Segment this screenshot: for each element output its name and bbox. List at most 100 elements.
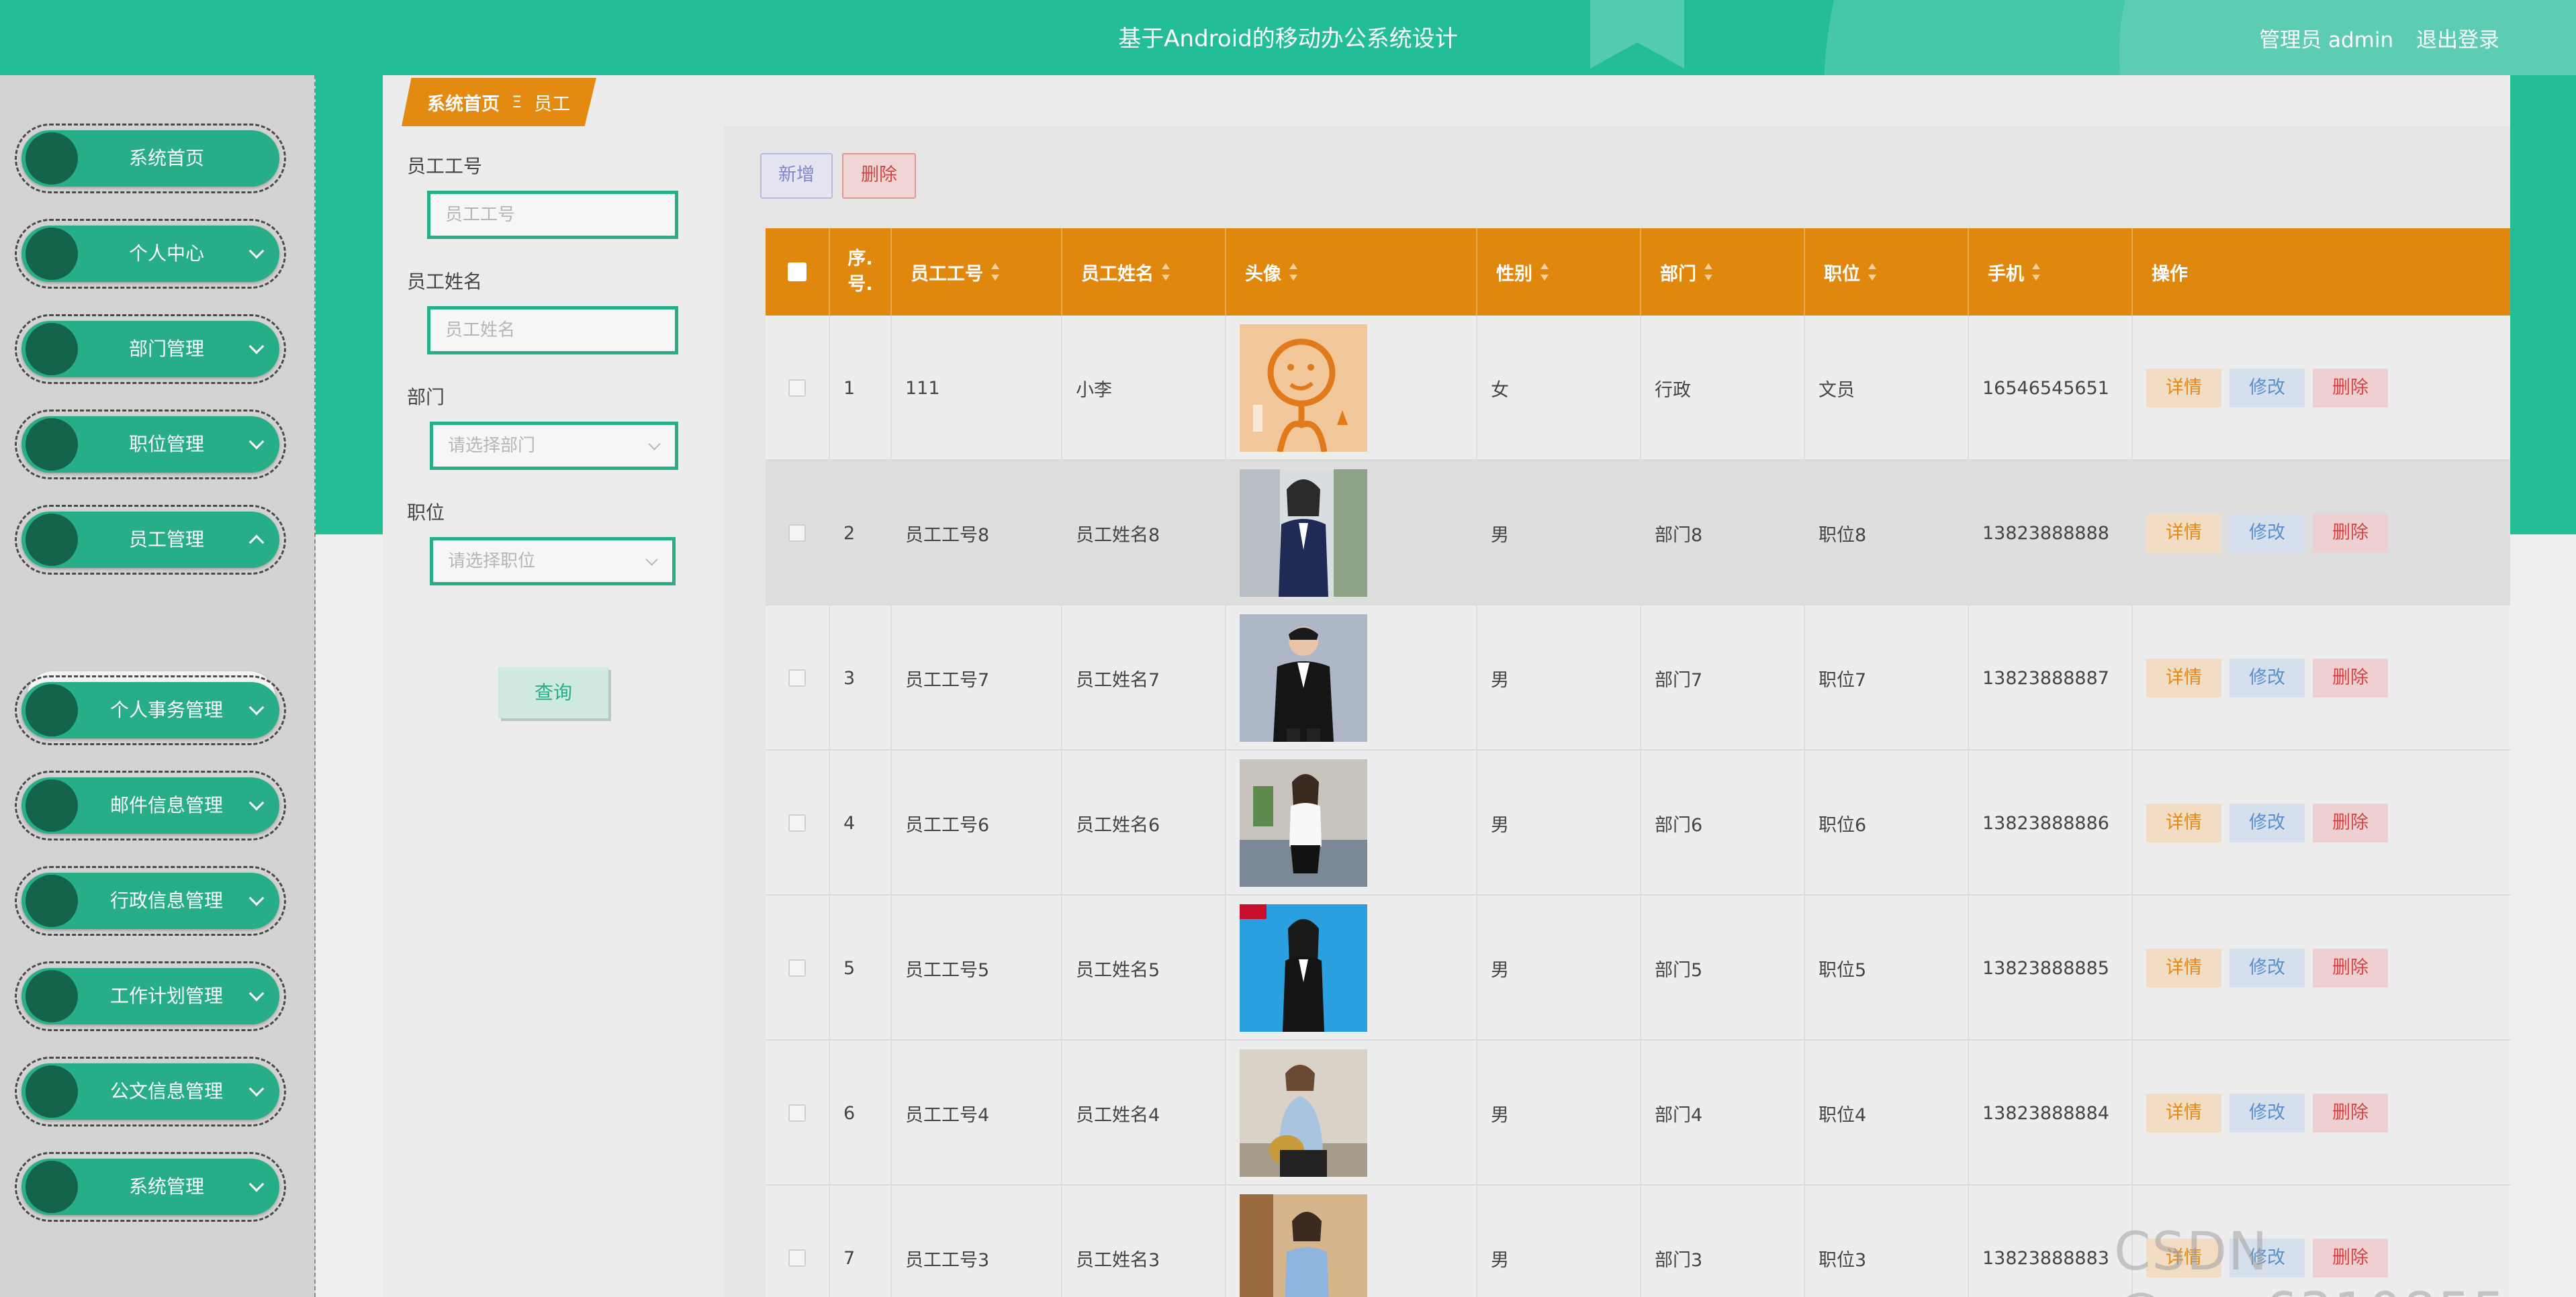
cell-name: 员工姓名8 [1062,461,1226,606]
sidebar-item-label: 邮件信息管理 [109,794,223,816]
breadcrumb-home[interactable]: 系统首页 [427,89,500,115]
avatar-cell [1226,461,1477,606]
delete-button[interactable]: 删除 [2313,369,2388,407]
row-checkbox[interactable] [788,959,806,977]
query-button[interactable]: 查询 [498,667,608,718]
cell-dept: 部门6 [1641,751,1805,896]
row-checkbox[interactable] [788,1249,806,1267]
cell-index: 2 [830,461,892,606]
sidebar-item-personal-center[interactable]: 个人中心 [15,219,286,289]
column-avatar[interactable]: 头像 [1226,228,1477,316]
menu-dot-icon [26,779,78,832]
detail-button[interactable]: 详情 [2146,804,2221,843]
menu-dot-icon [26,1161,78,1213]
department-select[interactable]: 请选择部门 [430,422,678,470]
sidebar-item-documents[interactable]: 公文信息管理 [15,1057,286,1126]
sidebar-item-home[interactable]: 系统首页 [15,124,286,193]
avatar [1240,1049,1367,1177]
cell-phone: 13823888887 [1969,606,2133,751]
menu-dot-icon [26,323,78,375]
column-code[interactable]: 员工工号 [892,228,1062,316]
column-label: 部门 [1660,263,1696,285]
avatar [1240,614,1367,742]
row-select-cell [766,1186,830,1297]
cell-code: 员工工号5 [892,896,1062,1041]
row-select-cell [766,1041,830,1186]
sidebar-item-system[interactable]: 系统管理 [15,1152,286,1222]
delete-button[interactable]: 删除 [2313,1094,2388,1133]
column-name[interactable]: 员工姓名 [1062,228,1226,316]
column-department[interactable]: 部门 [1641,228,1805,316]
cell-phone: 13823888888 [1969,461,2133,606]
menu-dot-icon [26,684,78,736]
cell-position: 职位7 [1805,606,1969,751]
delete-button[interactable]: 删除 [2313,659,2388,698]
delete-button[interactable]: 删除 [2313,804,2388,843]
row-select-cell [766,316,830,461]
menu-dot-icon [26,228,78,280]
sidebar-item-employee[interactable]: 员工管理 [15,505,286,575]
avatar-cell [1226,1186,1477,1297]
position-placeholder: 请选择职位 [448,551,536,571]
row-checkbox[interactable] [788,524,806,542]
position-select[interactable]: 请选择职位 [430,537,676,585]
edit-button[interactable]: 修改 [2229,804,2305,843]
detail-button[interactable]: 详情 [2146,514,2221,553]
edit-button[interactable]: 修改 [2229,1094,2305,1133]
row-checkbox[interactable] [788,1104,806,1122]
detail-button[interactable]: 详情 [2146,659,2221,698]
sidebar-item-label: 工作计划管理 [109,985,223,1007]
select-all-checkbox[interactable] [788,262,807,281]
add-button[interactable]: 新增 [760,153,833,199]
edit-button[interactable]: 修改 [2229,659,2305,698]
sort-icon [1868,263,1876,281]
column-index: 序. 号. [830,228,892,316]
cell-position: 职位8 [1805,461,1969,606]
employee-code-input[interactable]: 员工工号 [427,191,678,239]
table-row: 5 员工工号5 员工姓名5 男部门5 职位5 13823888885 详情 修改 删除 [766,896,2510,1041]
cell-gender: 男 [1477,1041,1641,1186]
detail-button[interactable]: 详情 [2146,369,2221,407]
detail-button[interactable]: 详情 [2146,1094,2221,1133]
sidebar-item-work-plan[interactable]: 工作计划管理 [15,961,286,1031]
cell-phone: 13823888883 [1969,1186,2133,1297]
row-checkbox[interactable] [788,379,806,397]
sidebar-item-mail[interactable]: 邮件信息管理 [15,771,286,840]
logout-link[interactable]: 退出登录 [2416,28,2499,52]
edit-button[interactable]: 修改 [2229,369,2305,407]
menu-dot-icon [26,418,78,471]
top-header: 基于Android的移动办公系统设计 管理员 admin 退出登录 [0,0,2576,75]
sidebar-item-label: 系统管理 [128,1175,204,1198]
column-position[interactable]: 职位 [1805,228,1969,316]
column-actions: 操作 [2152,263,2188,285]
column-label: 头像 [1245,263,1281,285]
delete-button[interactable]: 删除 [2313,949,2388,988]
cell-gender: 男 [1477,751,1641,896]
row-checkbox[interactable] [788,814,806,832]
row-checkbox[interactable] [788,669,806,687]
avatar [1240,759,1367,887]
sidebar-item-label: 公文信息管理 [109,1080,223,1102]
sidebar-item-position[interactable]: 职位管理 [15,410,286,479]
column-gender[interactable]: 性别 [1477,228,1641,316]
actions-cell: 详情 修改 删除 [2133,316,2510,461]
column-label: 手机 [1988,263,2024,285]
edit-button[interactable]: 修改 [2229,514,2305,553]
delete-button[interactable]: 删除 [2313,514,2388,553]
employee-name-input[interactable]: 员工姓名 [427,306,678,354]
table-row: 2 员工工号8 员工姓名8 男部门8 职位8 13823888888 详情 修改 删除 [766,461,2510,606]
batch-delete-button[interactable]: 删除 [842,153,916,199]
menu-dot-icon [26,1065,78,1118]
sidebar-item-personal-affairs[interactable]: 个人事务管理 [15,675,286,745]
avatar [1240,469,1367,597]
detail-button[interactable]: 详情 [2146,949,2221,988]
employee-code-label: 员工工号 [407,155,483,177]
column-phone[interactable]: 手机 [1969,228,2133,316]
sidebar-item-department[interactable]: 部门管理 [15,314,286,384]
column-label: 职位 [1824,263,1860,285]
select-all-header [766,228,830,316]
avatar-cell [1226,316,1477,461]
sidebar-item-admin-info[interactable]: 行政信息管理 [15,866,286,936]
edit-button[interactable]: 修改 [2229,949,2305,988]
cell-dept: 部门5 [1641,896,1805,1041]
